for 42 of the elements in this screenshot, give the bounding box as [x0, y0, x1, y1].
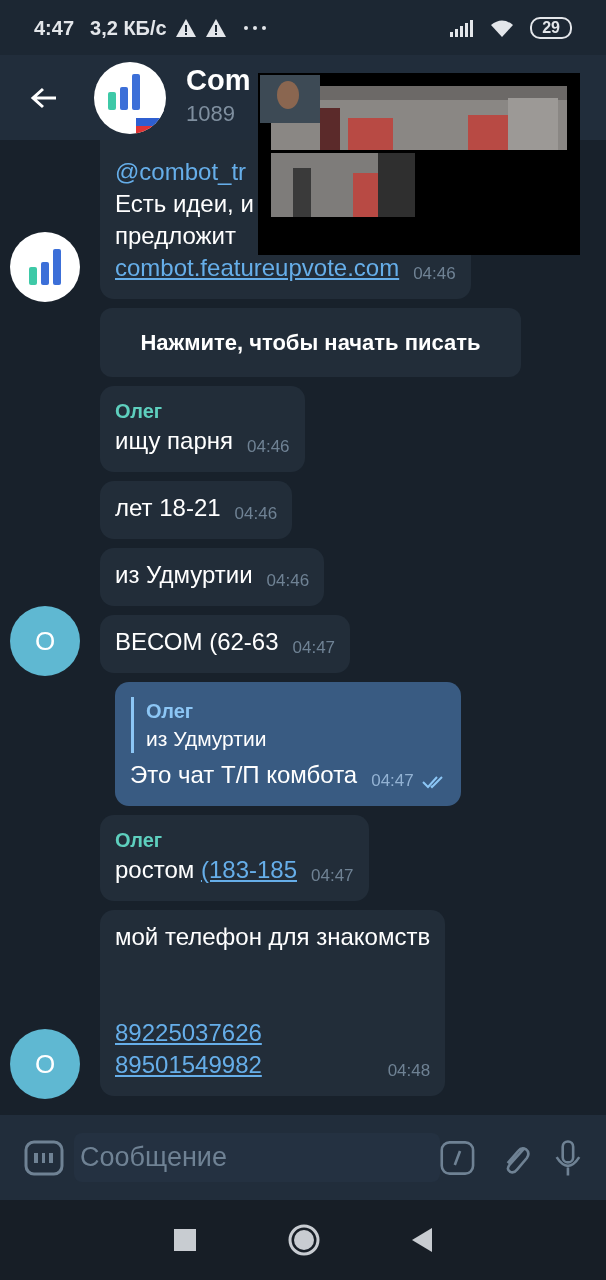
- user-avatar: О: [10, 606, 80, 676]
- home-button-icon[interactable]: [288, 1224, 320, 1256]
- message-field[interactable]: Сообщение: [74, 1133, 440, 1182]
- reply-name: Олег: [146, 699, 195, 724]
- message-text: Есть идеи, и: [115, 190, 254, 217]
- signal-icon: [450, 18, 475, 37]
- back-arrow-icon[interactable]: [30, 85, 58, 110]
- sender-name: Олег: [115, 828, 164, 853]
- message-time: 04:46: [413, 264, 456, 283]
- message-text: мой телефон для знакомств: [115, 923, 431, 950]
- chat-title: Com: [186, 65, 251, 97]
- member-count: 1089: [186, 99, 236, 128]
- sender-name: Олег: [115, 399, 164, 424]
- network-speed: 3,2 КБ/с: [90, 15, 167, 41]
- message-text: ищу парня: [115, 427, 234, 454]
- message-text: из Удмуртии: [115, 561, 253, 588]
- message-time: 04:46: [234, 504, 278, 523]
- link[interactable]: (183-185: [200, 856, 297, 883]
- wifi-icon: [490, 18, 515, 37]
- message-text: Это чат Т/П комбота: [130, 761, 358, 788]
- message-time: 04:46: [266, 571, 310, 590]
- message-time: 04:47: [311, 866, 354, 885]
- message-time: 04:47: [292, 638, 336, 657]
- start-prompt: Нажмите, чтобы начать писать: [100, 308, 521, 377]
- battery-indicator: 29: [530, 16, 572, 39]
- link[interactable]: combot.featureupvote.com: [115, 254, 400, 281]
- message-time: 04:47: [371, 771, 414, 790]
- message-text: ВЕСОМ (62-63: [115, 628, 279, 655]
- gif-icon[interactable]: [24, 1139, 64, 1176]
- link[interactable]: 89225037626: [115, 1019, 262, 1046]
- link[interactable]: 89501549982: [115, 1051, 262, 1078]
- more-icon: [242, 24, 267, 31]
- message-text: ростом (183-185: [115, 856, 297, 883]
- status-time: 4:47: [34, 15, 75, 41]
- message-time: 04:48: [387, 1061, 431, 1080]
- user-avatar: О: [10, 1029, 80, 1099]
- message-time: 04:46: [247, 437, 290, 456]
- mention-link[interactable]: @combot_tr: [115, 158, 247, 185]
- message-text: лет 18-21: [115, 494, 221, 521]
- message-text: предложит: [115, 222, 236, 249]
- reply-text: из Удмуртии: [146, 726, 268, 752]
- back-button-icon[interactable]: [412, 1228, 432, 1252]
